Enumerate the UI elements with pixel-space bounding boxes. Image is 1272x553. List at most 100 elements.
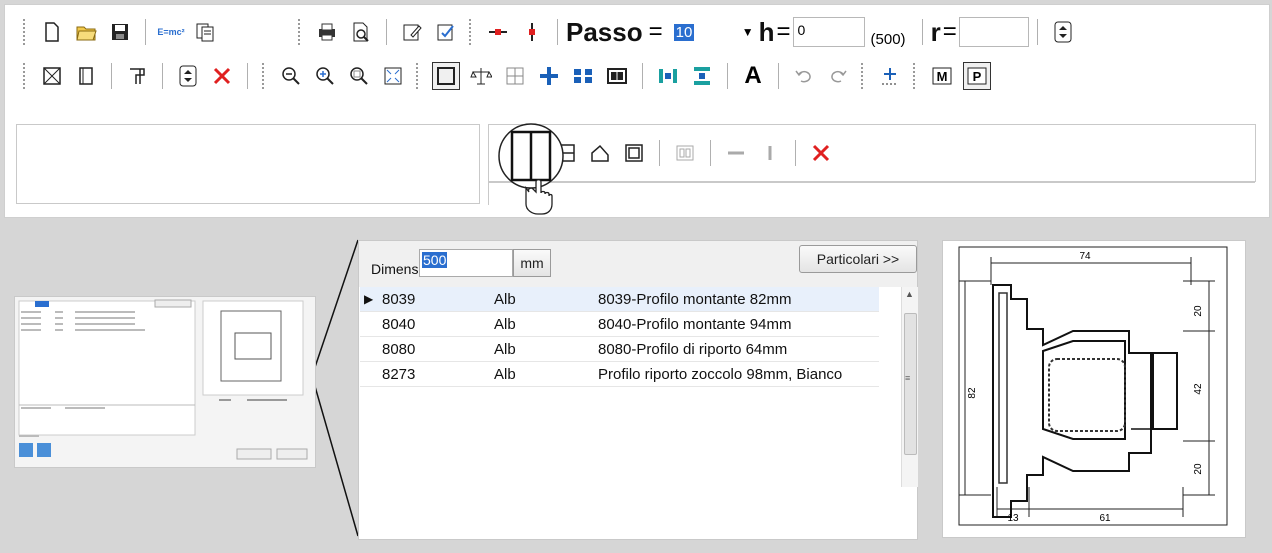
new-file-icon[interactable] — [39, 19, 65, 45]
scrollbar-thumb[interactable] — [904, 313, 917, 455]
vertical-joint-icon[interactable] — [519, 19, 545, 45]
save-icon[interactable] — [107, 19, 133, 45]
dim-right-top-text: 20 — [1193, 305, 1204, 317]
page-icon[interactable] — [73, 63, 99, 89]
dimension-label: Dimens — [371, 261, 419, 277]
double-panel-icon[interactable] — [672, 140, 698, 166]
separator — [111, 63, 112, 89]
print-preview-icon[interactable] — [348, 19, 374, 45]
spin-updown-icon[interactable] — [1050, 19, 1076, 45]
formula-icon[interactable]: E=mc² — [157, 19, 185, 45]
scroll-grip-icon: ≡ — [905, 373, 911, 383]
dimension-value: 500 — [422, 252, 448, 268]
undo-icon[interactable] — [791, 63, 817, 89]
zoom-window-icon[interactable] — [346, 63, 372, 89]
row-code: 8039 — [382, 290, 416, 308]
dimension-input[interactable]: 500 — [419, 249, 513, 277]
toolbar-grip[interactable] — [469, 19, 475, 45]
formula-icon-text: E=mc² — [157, 26, 185, 37]
passo-select[interactable]: 10 ▼ — [668, 17, 759, 47]
open-folder-icon[interactable] — [73, 19, 99, 45]
frame-cross-icon[interactable] — [39, 63, 65, 89]
split-vertical-callout[interactable] — [498, 118, 578, 218]
h-label: h — [758, 16, 775, 47]
zoom-out-icon[interactable] — [278, 63, 304, 89]
row-description: 8039-Profilo montante 82mm — [598, 290, 792, 308]
chevron-down-icon[interactable]: ▼ — [742, 25, 754, 39]
profile-drawing-panel: 74 20 42 20 82 13 61 — [942, 240, 1246, 538]
separator — [659, 140, 660, 166]
grid-cell-icon[interactable] — [502, 63, 528, 89]
origin-icon[interactable] — [877, 63, 903, 89]
separator — [710, 140, 711, 166]
table-row[interactable]: 8273 Alb Profilo riporto zoccolo 98mm, B… — [360, 362, 879, 387]
edit-doc-icon[interactable] — [399, 19, 425, 45]
copy-icon[interactable] — [192, 19, 218, 45]
print-icon[interactable] — [314, 19, 340, 45]
delete-shape-icon[interactable] — [808, 140, 834, 166]
dim-left-text: 82 — [967, 387, 978, 399]
row-color: Alb — [494, 315, 516, 333]
panel-icon[interactable] — [604, 63, 630, 89]
svg-text:P: P — [973, 69, 982, 84]
toolbar-grip[interactable] — [298, 19, 304, 45]
balance-icon[interactable] — [468, 63, 494, 89]
shape-toolbar-lower — [488, 182, 1255, 205]
svg-text:M: M — [937, 69, 948, 84]
table-scrollbar[interactable]: ▲ ≡ — [901, 287, 918, 487]
r-input[interactable] — [958, 17, 1029, 47]
unit-text: mm — [520, 255, 544, 271]
distribute-horizontal-icon[interactable] — [655, 63, 681, 89]
spin-updown-icon[interactable] — [175, 63, 201, 89]
delete-icon[interactable] — [209, 63, 235, 89]
dim-bottom-right-text: 61 — [1099, 513, 1111, 524]
redo-icon[interactable] — [825, 63, 851, 89]
distribute-vertical-icon[interactable] — [689, 63, 715, 89]
h-hint: (500) — [870, 30, 906, 48]
toolbar-grip[interactable] — [23, 63, 29, 89]
p-mode-icon[interactable]: P — [963, 62, 991, 90]
row-code: 8080 — [382, 340, 416, 358]
zoom-fit-icon[interactable] — [380, 63, 406, 89]
profile-section-drawing: 74 20 42 20 82 13 61 — [958, 246, 1228, 526]
text-icon[interactable]: A — [740, 62, 766, 89]
separator — [386, 19, 387, 45]
toolbar-row-1: E=mc² Passo = 10 ▼ h = 0 (500) r = — [17, 13, 1261, 51]
h-equals: = — [776, 18, 791, 45]
h-input[interactable]: 0 — [792, 17, 865, 47]
horizontal-bar-icon[interactable] — [723, 140, 749, 166]
frame-square-icon[interactable] — [432, 62, 460, 90]
dim-right-mid-text: 42 — [1193, 383, 1204, 395]
row-code: 8040 — [382, 315, 416, 333]
r-label: r — [930, 16, 941, 47]
toolbar-grip[interactable] — [416, 63, 422, 89]
split-divider-icon[interactable] — [570, 63, 596, 89]
arch-frame-icon[interactable] — [587, 140, 613, 166]
zoom-in-icon[interactable] — [312, 63, 338, 89]
m-mode-icon[interactable]: M — [929, 63, 955, 89]
paragraph-icon[interactable] — [124, 63, 150, 89]
inner-frame-icon[interactable] — [621, 140, 647, 166]
table-row[interactable]: 8080 Alb 8080-Profilo di riporto 64mm — [360, 337, 879, 362]
h-value: 0 — [797, 22, 806, 38]
dim-top-text: 74 — [1079, 251, 1091, 262]
table-row[interactable]: 8040 Alb 8040-Profilo montante 94mm — [360, 312, 879, 337]
row-pointer-icon: ▶ — [364, 292, 374, 306]
horizontal-joint-icon[interactable] — [485, 19, 511, 45]
check-doc-icon[interactable] — [433, 19, 459, 45]
cross-divider-icon[interactable] — [536, 63, 562, 89]
toolbar-grip[interactable] — [23, 19, 29, 45]
separator — [557, 19, 558, 45]
toolbar-grip[interactable] — [861, 63, 867, 89]
text-icon-glyph: A — [744, 62, 762, 89]
vertical-bar-icon[interactable] — [757, 140, 783, 166]
separator — [778, 63, 779, 89]
dim-bottom-left-text: 13 — [1007, 513, 1019, 524]
details-button-label: Particolari >> — [816, 251, 900, 267]
scroll-up-icon[interactable]: ▲ — [905, 289, 914, 299]
toolbar-grip[interactable] — [913, 63, 919, 89]
dim-right-bot-text: 20 — [1193, 463, 1204, 475]
toolbar-grip[interactable] — [262, 63, 268, 89]
table-row[interactable]: ▶ 8039 Alb 8039-Profilo montante 82mm — [360, 287, 879, 312]
details-button[interactable]: Particolari >> — [799, 245, 917, 273]
